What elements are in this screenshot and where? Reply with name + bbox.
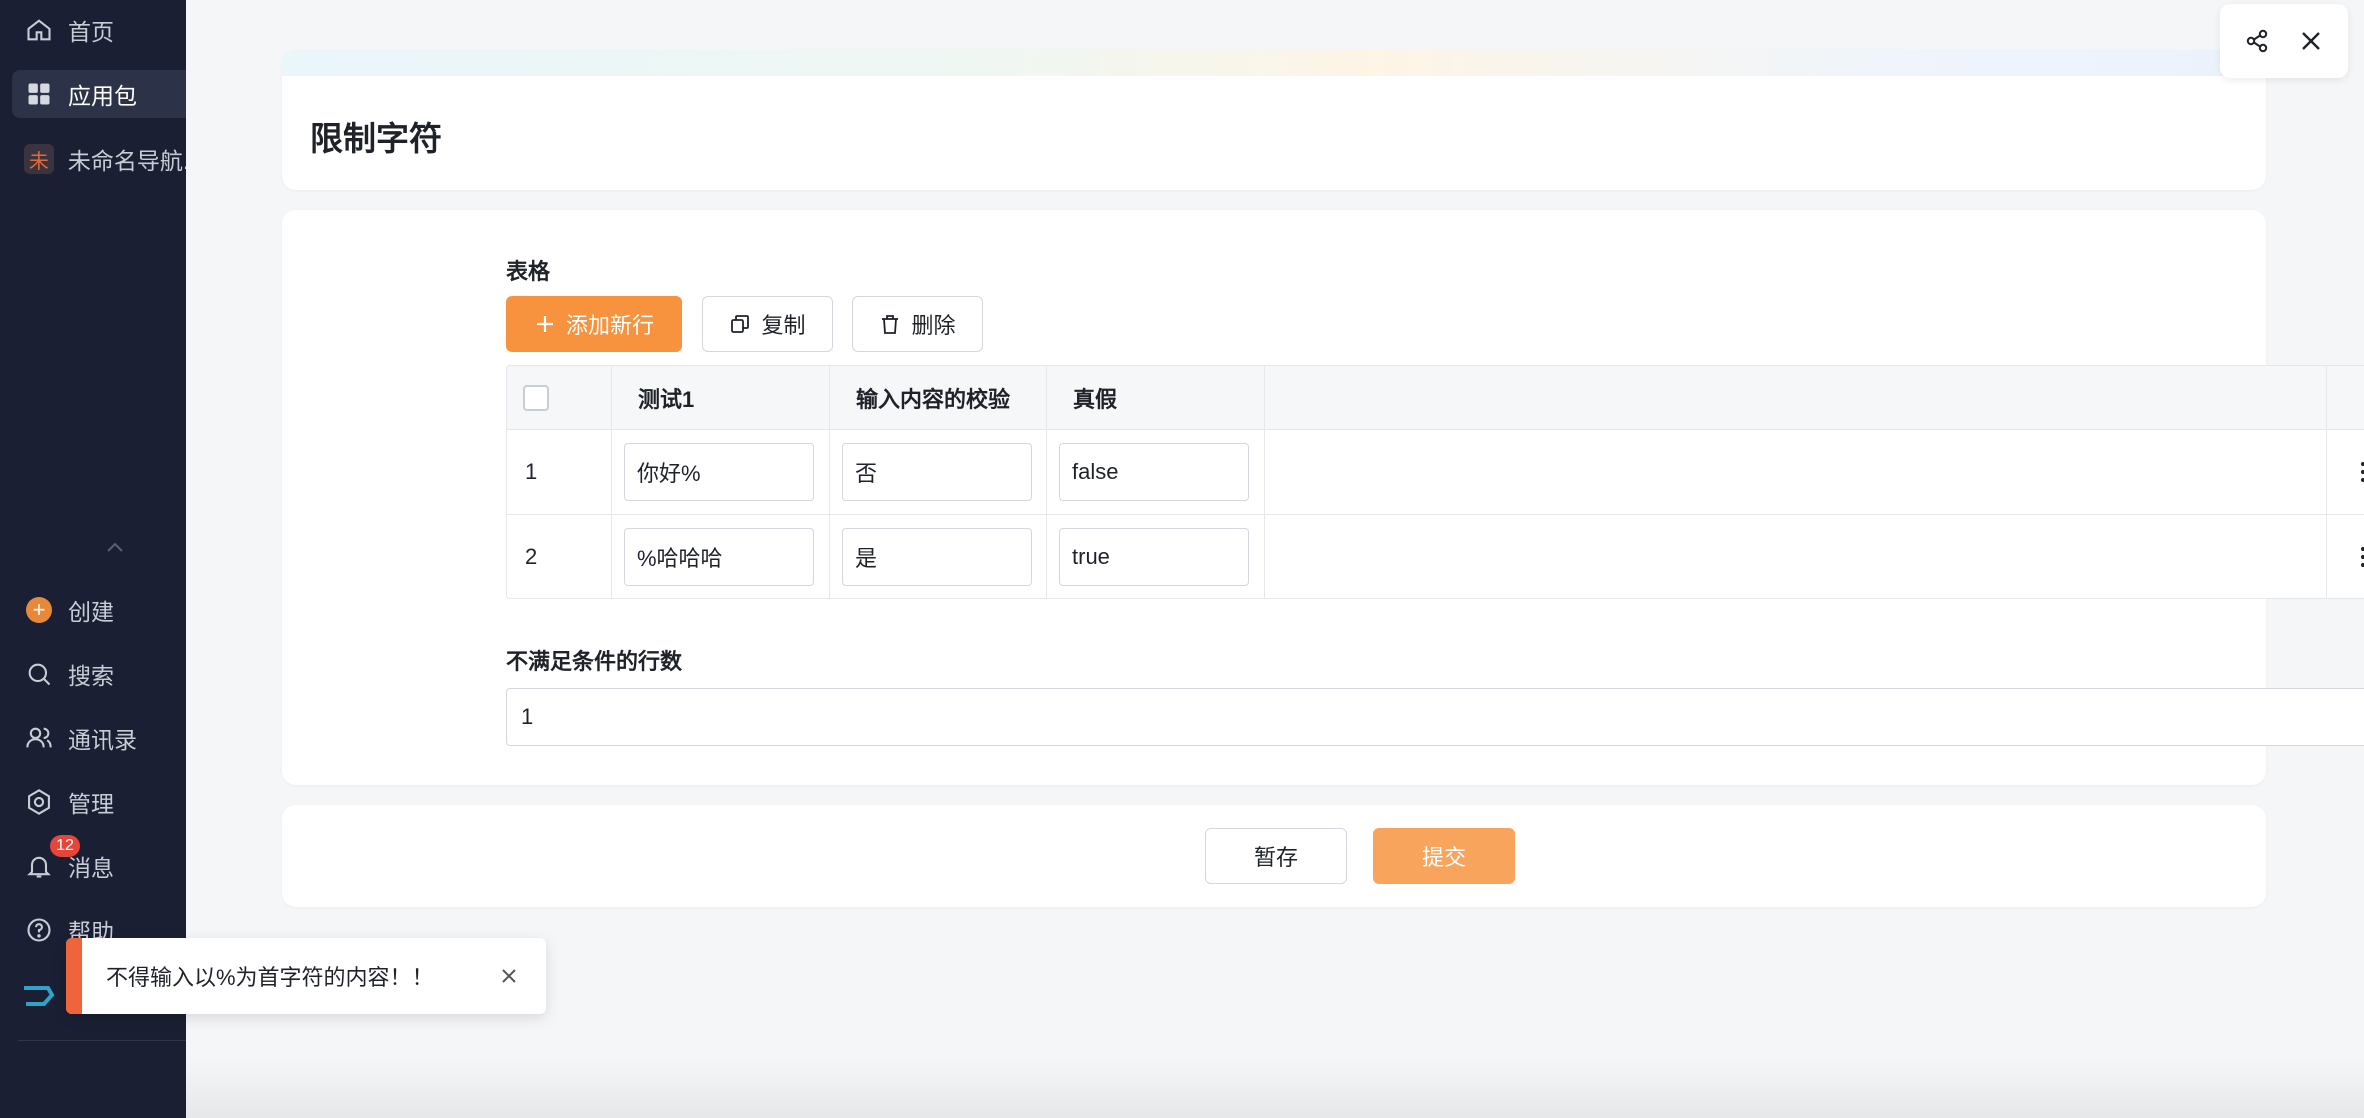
bell-icon [24, 851, 54, 881]
column-header: 真假 [1047, 366, 1265, 429]
toast-message: 不得输入以%为首字符的内容！！ [106, 965, 434, 990]
sidebar-item-search[interactable]: 搜索 [12, 650, 186, 698]
plus-icon [536, 316, 553, 332]
row-index-cell: 1 [507, 430, 612, 514]
copy-button[interactable]: 复制 [702, 296, 833, 352]
cell-bool: true [1047, 515, 1265, 598]
settings-icon [24, 787, 54, 817]
more-vertical-icon[interactable] [2348, 457, 2364, 487]
header-select-cell [507, 366, 612, 429]
sidebar-item-label: 管理 [68, 791, 114, 817]
count-field-label: 不满足条件的行数 [506, 649, 683, 674]
decorative-gradient-strip [282, 50, 2266, 76]
close-icon[interactable] [498, 965, 520, 987]
unread-count-badge: 12 [50, 835, 80, 857]
table-section-label: 表格 [506, 259, 551, 284]
select-all-checkbox[interactable] [523, 384, 549, 411]
table-row: 2 %哈哈哈 是 true [507, 515, 2364, 598]
error-toast: 不得输入以%为首字符的内容！！ [66, 938, 546, 1014]
cell-actions [2327, 430, 2364, 514]
cell-test1: %哈哈哈 [612, 515, 830, 598]
more-vertical-icon[interactable] [2348, 542, 2364, 572]
plus-circle-icon: + [24, 595, 54, 625]
sidebar-item-create[interactable]: + 创建 [12, 586, 186, 634]
sidebar-item-label: 通讯录 [68, 727, 137, 753]
sidebar-item-label: 首页 [68, 19, 114, 45]
copy-icon [731, 315, 750, 333]
delete-button[interactable]: 删除 [852, 296, 983, 352]
trash-icon [882, 315, 899, 334]
search-icon [24, 659, 54, 689]
sidebar-item-label: 搜索 [68, 663, 114, 689]
column-header-test1: 测试1 [638, 386, 695, 412]
title-card: 限制字符 [282, 50, 2266, 190]
help-icon [24, 915, 54, 945]
cell-check: 是 [830, 515, 1047, 598]
cell-empty [1265, 430, 2327, 514]
column-header-actions [2327, 366, 2364, 429]
check-input[interactable]: 是 [842, 528, 1032, 586]
save-draft-button[interactable]: 暂存 [1205, 828, 1347, 884]
column-header-bool: 真假 [1073, 386, 1118, 412]
table-header-row: 测试1 输入内容的校验 真假 [507, 366, 2364, 430]
cell-bool: false [1047, 430, 1265, 514]
bool-input[interactable]: true [1059, 528, 1249, 586]
save-draft-label: 暂存 [1253, 845, 1298, 870]
home-icon [24, 15, 54, 45]
close-icon[interactable] [2294, 24, 2328, 58]
sidebar-item-label: 创建 [68, 599, 114, 625]
sidebar-item-label: 应用包 [68, 83, 137, 109]
sidebar-divider [18, 1040, 186, 1041]
share-icon[interactable] [2240, 24, 2274, 58]
cell-check: 否 [830, 430, 1047, 514]
form-card: 表格 添加新行 复制 删除 测试1 输入内容的校验 真假 1 你好% 否 fal… [282, 210, 2364, 785]
apps-grid-icon [24, 79, 54, 109]
app-logo-icon [24, 986, 55, 1006]
failed-rows-count-input[interactable]: 1 [506, 688, 2364, 746]
modal-top-actions [2220, 4, 2348, 78]
cell-actions [2327, 515, 2364, 598]
cell-empty [1265, 515, 2327, 598]
submit-label: 提交 [1421, 845, 1466, 870]
unnamed-nav-badge: 未 [24, 144, 54, 174]
sidebar-item-label: 未命名导航... [67, 148, 186, 174]
sidebar-item-home[interactable]: 首页 [12, 6, 186, 54]
row-index-cell: 2 [507, 515, 612, 598]
copy-label: 复制 [761, 313, 806, 338]
column-header-empty [1265, 366, 2327, 429]
contacts-icon [24, 723, 54, 753]
row-index: 2 [525, 544, 538, 569]
delete-label: 删除 [911, 313, 956, 338]
data-table: 测试1 输入内容的校验 真假 1 你好% 否 false 2 %哈哈哈 是 tr… [506, 365, 2364, 599]
modal-bottom-shade [186, 1058, 2364, 1118]
sidebar-item-apps[interactable]: 应用包 [12, 70, 186, 118]
sidebar-item-manage[interactable]: 管理 [12, 778, 186, 826]
footer-card: 暂存 提交 [282, 805, 2266, 907]
page-title: 限制字符 [310, 120, 442, 157]
cell-test1: 你好% [612, 430, 830, 514]
add-row-button[interactable]: 添加新行 [506, 296, 682, 352]
sidebar-item-messages[interactable]: 消息 [12, 842, 186, 890]
toast-error-bar [66, 938, 82, 1014]
bool-input[interactable]: false [1059, 443, 1249, 501]
sidebar-item-unnamed-nav[interactable]: 未 未命名导航... [12, 135, 186, 183]
test1-input[interactable]: %哈哈哈 [624, 528, 814, 586]
column-header-check: 输入内容的校验 [856, 386, 1011, 412]
sidebar-item-contacts[interactable]: 通讯录 [12, 714, 186, 762]
chevron-up-icon[interactable] [100, 535, 130, 559]
row-index: 1 [525, 459, 538, 484]
check-input[interactable]: 否 [842, 443, 1032, 501]
add-row-label: 添加新行 [565, 313, 654, 338]
submit-button[interactable]: 提交 [1373, 828, 1515, 884]
test1-input[interactable]: 你好% [624, 443, 814, 501]
column-header: 输入内容的校验 [830, 366, 1047, 429]
table-row: 1 你好% 否 false [507, 430, 2364, 515]
column-header: 测试1 [612, 366, 830, 429]
